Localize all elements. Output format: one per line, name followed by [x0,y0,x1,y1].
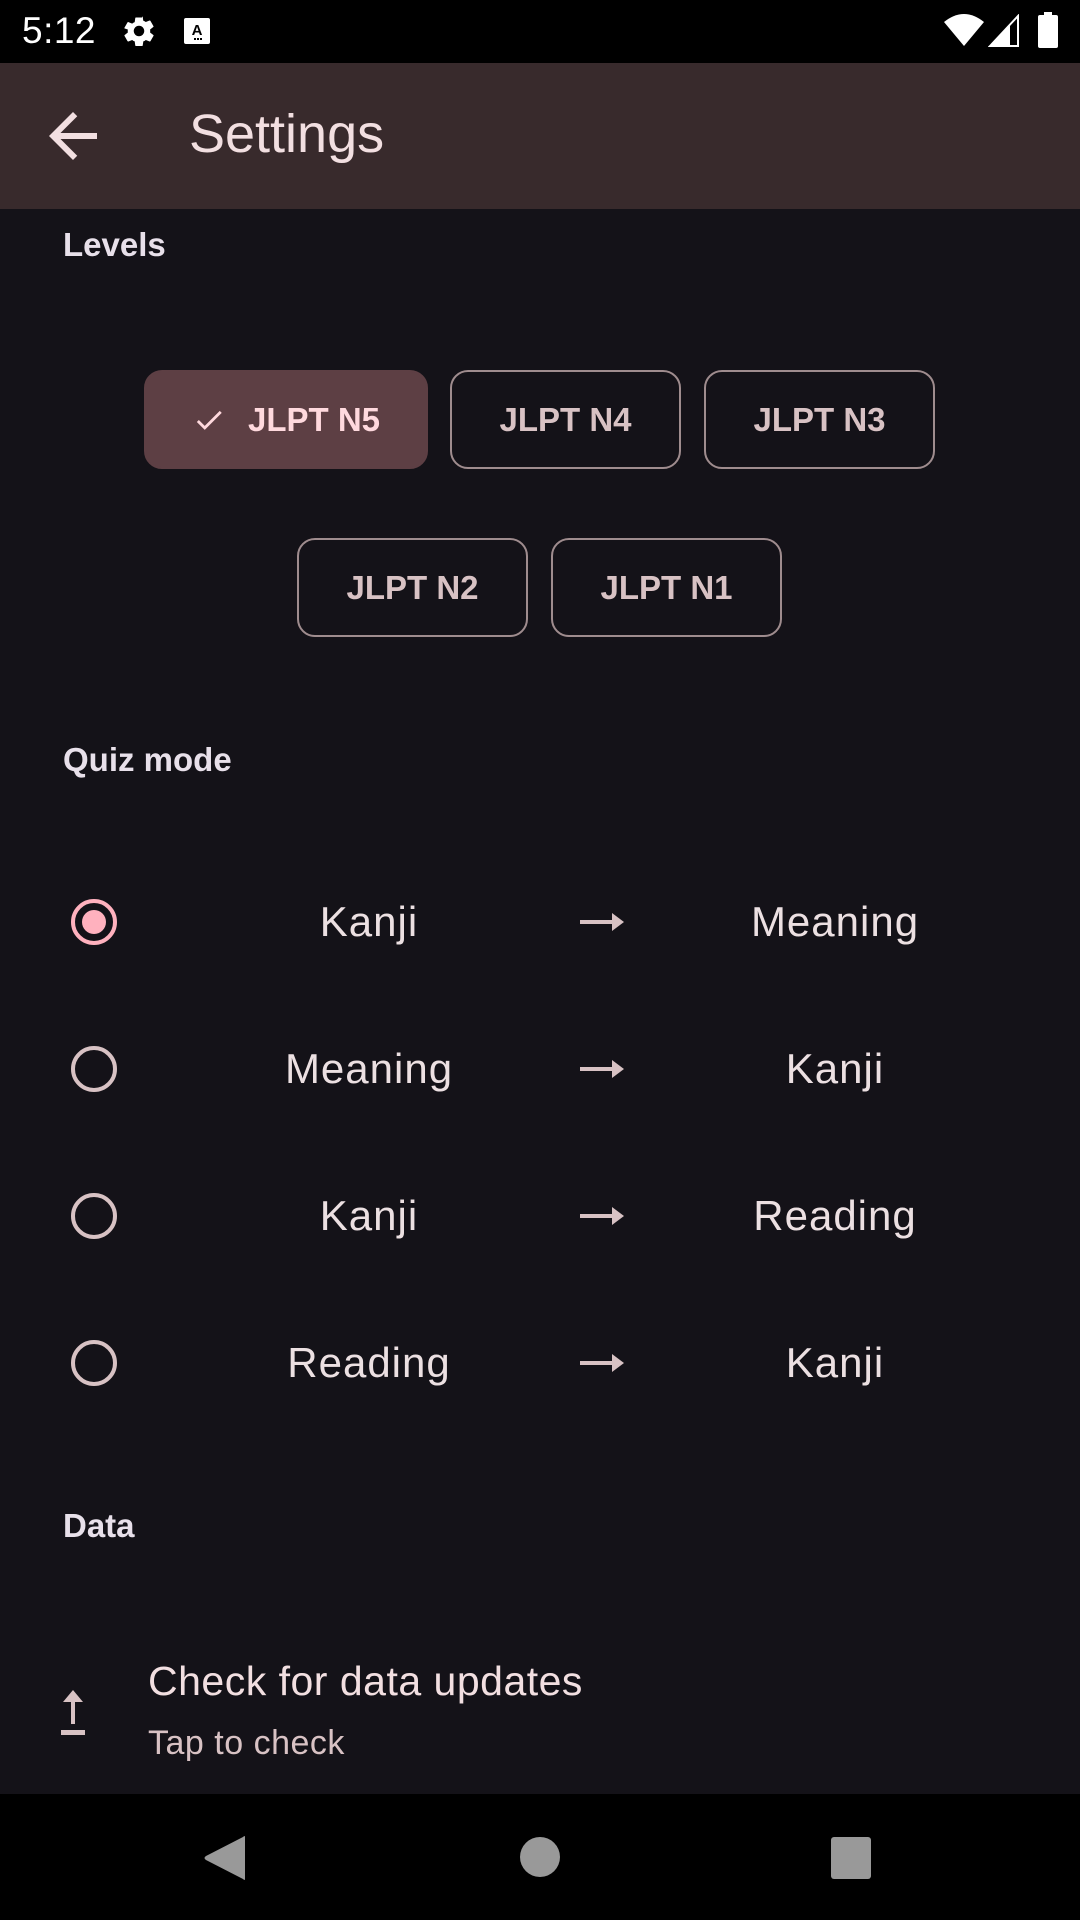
status-time: 5:12 [22,10,97,51]
radio-button[interactable] [71,1340,117,1386]
settings-icon [124,16,154,47]
check-icon [196,410,222,430]
chip-jlpt-n1[interactable]: JLPT N1 [551,538,782,637]
nav-recents-icon[interactable] [831,1837,871,1879]
battery-icon [1038,12,1058,48]
section-title-quiz-mode: Quiz mode [63,741,232,778]
keyboard-a-icon: A [184,18,210,44]
chip-jlpt-n5[interactable]: JLPT N5 [144,370,428,469]
app-bar [0,63,1080,209]
radio-button[interactable] [71,1193,117,1239]
svg-text:A: A [192,22,203,39]
chip-label: JLPT N4 [499,400,632,438]
chip-label: JLPT N3 [753,400,886,438]
quiz-to: Meaning [750,898,920,945]
signal-icon [988,14,1019,47]
back-button[interactable] [37,100,109,172]
quiz-option-meaning-kanji[interactable]: Meaning Kanji [0,999,1080,1139]
arrow-right-icon [580,1354,624,1372]
section-title-data: Data [63,1507,135,1544]
chip-jlpt-n4[interactable]: JLPT N4 [450,370,681,469]
quiz-from: Kanji [319,898,419,945]
quiz-from: Reading [287,1339,451,1386]
status-bar [0,0,1080,63]
nav-back-icon[interactable] [203,1835,247,1881]
check-data-updates-item[interactable] [0,1630,1080,1794]
quiz-to: Kanji [785,1339,885,1386]
chip-jlpt-n3[interactable]: JLPT N3 [704,370,935,469]
chip-jlpt-n2[interactable]: JLPT N2 [297,538,528,637]
quiz-option-reading-kanji[interactable]: Reading Kanji [0,1293,1080,1433]
quiz-to: Kanji [785,1045,885,1092]
quiz-option-kanji-reading[interactable]: Kanji Reading [0,1146,1080,1286]
quiz-from: Meaning [284,1045,454,1092]
upload-icon [61,1690,85,1735]
radio-button[interactable] [71,899,117,945]
quiz-from: Kanji [319,1192,419,1239]
nav-home-icon[interactable] [519,1836,561,1878]
chip-label: JLPT N2 [346,568,479,606]
radio-button[interactable] [71,1046,117,1092]
section-title-levels: Levels [63,226,166,263]
chip-label: JLPT N1 [600,568,733,606]
arrow-back-icon [49,112,97,160]
arrow-right-icon [580,1207,624,1225]
quiz-to: Reading [753,1192,917,1239]
arrow-right-icon [580,913,624,931]
data-item-subtitle: Tap to check [148,1724,345,1762]
quiz-option-kanji-meaning[interactable]: Kanji Meaning [0,852,1080,992]
page-title: Settings [189,104,385,164]
data-item-title: Check for data updates [148,1658,583,1704]
chip-label: JLPT N5 [247,400,381,438]
arrow-right-icon [580,1060,624,1078]
wifi-icon [944,14,984,46]
